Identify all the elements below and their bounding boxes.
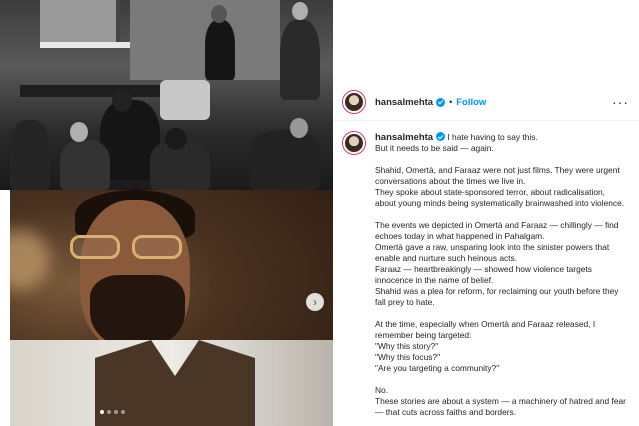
post-side-panel: hansalmehta • Follow ··· hansalmehta I h…: [333, 84, 639, 426]
post-media-carousel: ›: [0, 0, 333, 426]
caption-line: about young minds being systematically b…: [375, 198, 625, 208]
caption-first-line: hansalmehta I hate having to say this.: [375, 132, 626, 143]
post-header: hansalmehta • Follow ···: [333, 84, 639, 121]
caption-line: Faraaz — heartbreakingly — showed how vi…: [375, 264, 592, 274]
caption-line: Shahid, Omertà, and Faraaz were not just…: [375, 165, 620, 175]
caption-line: echoes today in what happened in Pahalga…: [375, 231, 545, 241]
caption-line: Shahid was a plea for reform, for reclai…: [375, 286, 619, 296]
carousel-dots: [100, 410, 125, 414]
post-caption: hansalmehta I hate having to say this. B…: [333, 121, 639, 418]
caption-blank-line: [375, 374, 626, 385]
caption-blank-line: [375, 308, 626, 319]
carousel-dot: [100, 410, 104, 414]
caption-line: "Why this focus?": [375, 352, 441, 362]
caption-line: They spoke about state-sponsored terror,…: [375, 187, 605, 197]
panel-top-area: [333, 0, 639, 84]
caption-line: — that cuts across faiths and borders.: [375, 407, 517, 417]
caption-line: remember being targeted:: [375, 330, 472, 340]
verified-badge-icon: [436, 132, 446, 141]
caption-line: But it needs to be said — again.: [375, 143, 494, 153]
chevron-right-icon: ›: [313, 295, 317, 309]
caption-line: The events we depicted in Omertà and Far…: [375, 220, 619, 230]
carousel-dot: [107, 410, 111, 414]
caption-line: conversations about the times we live in…: [375, 176, 526, 186]
caption-line: "Why this story?": [375, 341, 439, 351]
avatar[interactable]: [343, 132, 365, 154]
caption-line: innocence in the name of belief.: [375, 275, 494, 285]
caption-blank-line: [375, 209, 626, 220]
caption-line: At the time, especially when Omertà and …: [375, 319, 596, 329]
separator-dot: •: [449, 97, 453, 107]
carousel-dot: [121, 410, 125, 414]
username-link[interactable]: hansalmehta: [375, 97, 433, 108]
caption-line: Omertà gave a raw, unsparing look into t…: [375, 242, 610, 252]
caption-line: These stories are about a system — a mac…: [375, 396, 626, 406]
follow-button[interactable]: Follow: [456, 97, 486, 108]
caption-line: enable and nurture such heinous acts.: [375, 253, 518, 263]
caption-line: No.: [375, 385, 389, 395]
caption-line: "Are you targeting a community?": [375, 363, 500, 373]
portrait-photo: [10, 190, 333, 426]
verified-badge-icon: [436, 97, 446, 107]
caption-blank-line: [375, 154, 626, 165]
carousel-dot: [114, 410, 118, 414]
caption-first-line-text: I hate having to say this.: [447, 132, 538, 142]
caption-text: hansalmehta I hate having to say this. B…: [375, 132, 626, 418]
carousel-next-button[interactable]: ›: [306, 293, 324, 311]
black-and-white-group-photo: [0, 0, 333, 190]
caption-username-link[interactable]: hansalmehta: [375, 132, 433, 143]
caption-line: fall prey to hate.: [375, 297, 435, 307]
more-horizontal-icon[interactable]: ···: [612, 94, 629, 110]
avatar[interactable]: [343, 91, 365, 113]
